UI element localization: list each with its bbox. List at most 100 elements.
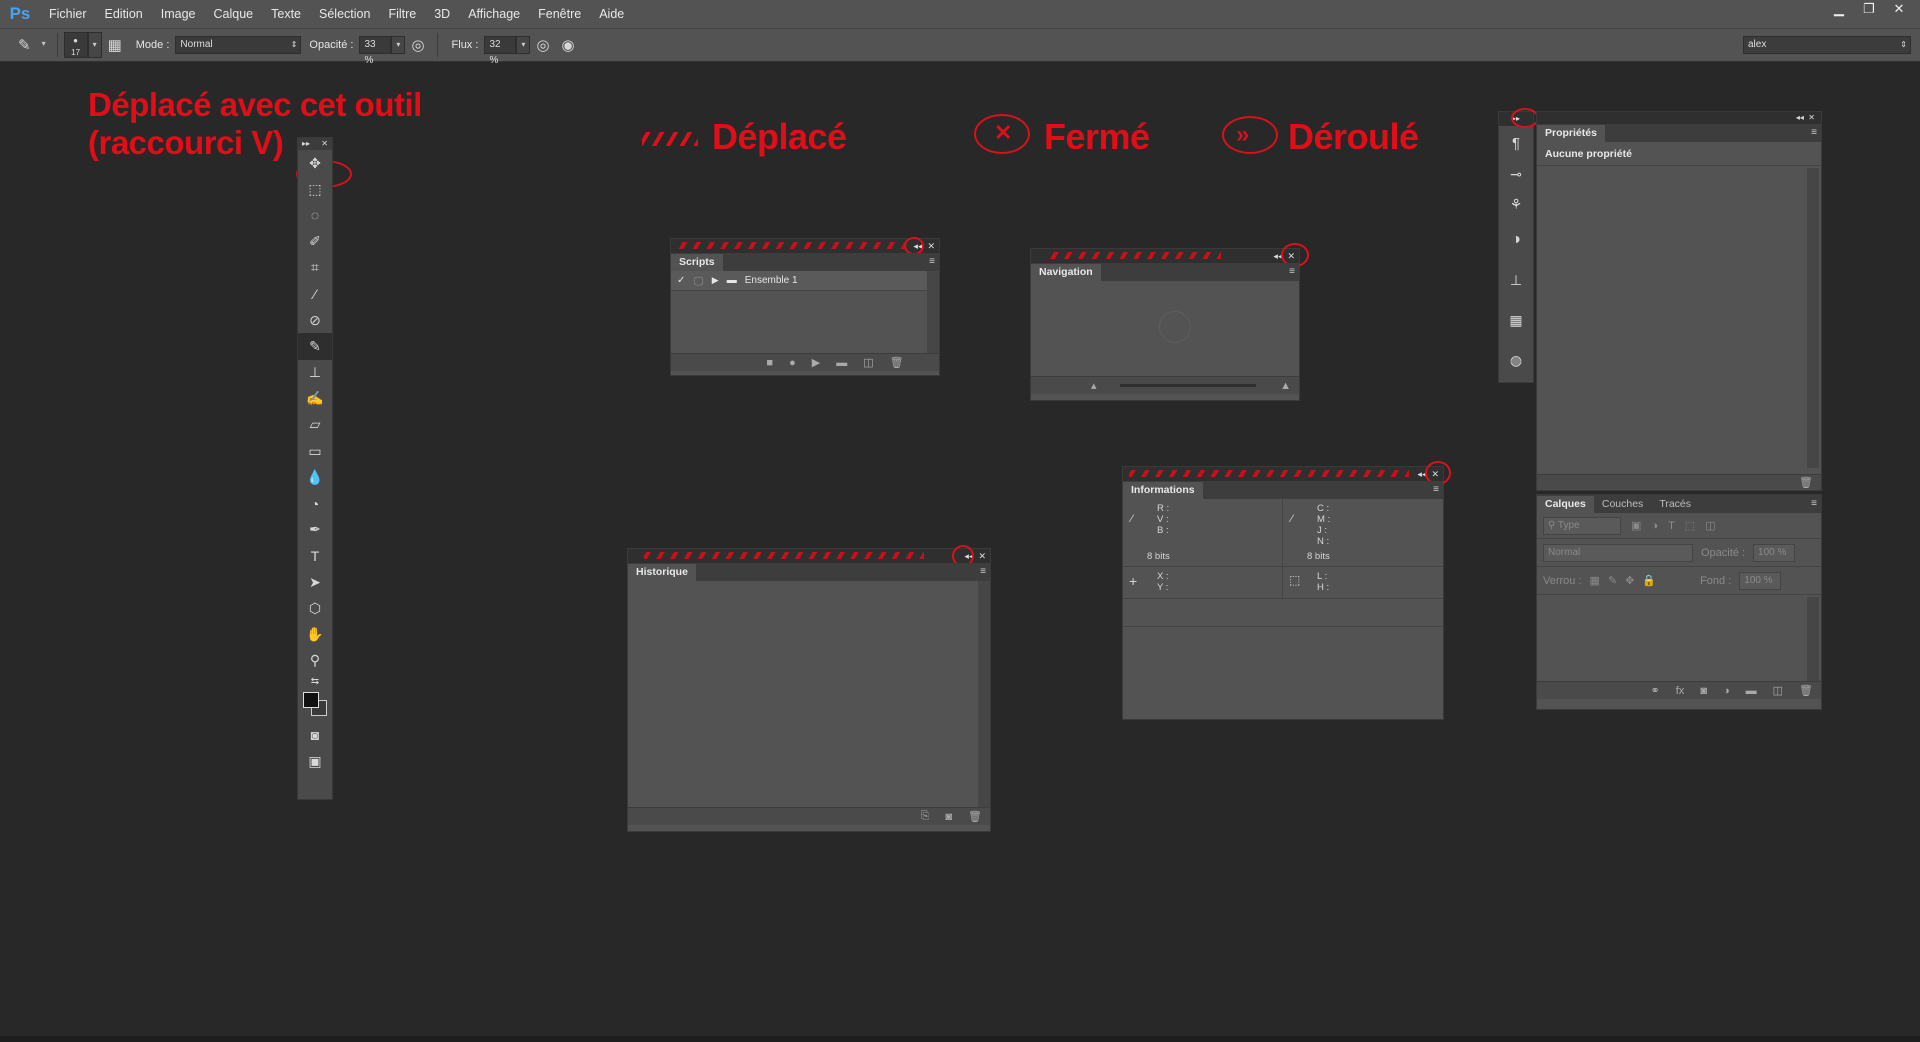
menu-aide[interactable]: Aide xyxy=(590,7,633,21)
toolbox-header[interactable]: ▸▸ ✕ xyxy=(298,138,332,150)
checkmark-icon[interactable]: ✓ xyxy=(677,275,685,286)
chevron-down-icon[interactable]: ▾ xyxy=(516,36,531,54)
tool-presets-icon[interactable]: ⚘ xyxy=(1499,188,1533,220)
scrollbar[interactable] xyxy=(1807,168,1819,468)
zoom-in-icon[interactable]: ▲ xyxy=(1280,380,1291,392)
close-icon[interactable]: ✕ xyxy=(321,138,328,150)
brush-size-picker[interactable]: ● 17 xyxy=(63,32,88,58)
menu-edition[interactable]: Edition xyxy=(96,7,152,21)
history-brush-tool-icon[interactable]: ✍ xyxy=(298,386,332,412)
hand-tool-icon[interactable]: ✋ xyxy=(298,621,332,647)
zoom-tool-icon[interactable]: ⚲ xyxy=(298,648,332,674)
tab-channels[interactable]: Couches xyxy=(1594,496,1651,513)
lock-all-icon[interactable]: 🔒 xyxy=(1642,574,1656,587)
layer-opacity-input[interactable]: 100 % xyxy=(1753,543,1796,562)
panel-title-bar[interactable]: ◂◂ ✕ xyxy=(628,549,990,563)
tab-properties[interactable]: Propriétés xyxy=(1537,125,1605,142)
add-mask-icon[interactable]: ◙ xyxy=(1700,685,1707,697)
screen-mode-icon[interactable]: ▣ xyxy=(298,748,332,774)
record-icon[interactable]: ● xyxy=(789,357,796,369)
airbrush-icon[interactable]: ◎ xyxy=(536,36,549,54)
move-tool-icon[interactable]: ✥ xyxy=(298,150,332,176)
close-window-icon[interactable]: ✕ xyxy=(1884,0,1914,18)
chevron-down-icon[interactable]: ▾ xyxy=(37,36,51,54)
brush-presets-icon[interactable]: ⊸ xyxy=(1499,160,1533,188)
stop-icon[interactable]: ■ xyxy=(766,357,773,369)
blur-tool-icon[interactable]: 💧 xyxy=(298,464,332,490)
panel-menu-icon[interactable]: ≡ xyxy=(1289,266,1295,277)
zoom-out-icon[interactable]: ▴ xyxy=(1091,379,1097,392)
pressure-opacity-icon[interactable]: ◎ xyxy=(411,36,424,54)
trash-icon[interactable]: 🗑 xyxy=(1799,684,1813,697)
blend-mode-select[interactable]: Normal xyxy=(1543,543,1693,562)
filter-smart-icon[interactable]: ◫ xyxy=(1705,519,1715,532)
brush-tool-preset-icon[interactable]: ✎ xyxy=(18,36,31,54)
menu-3d[interactable]: 3D xyxy=(425,7,459,21)
paragraph-icon[interactable]: ¶ xyxy=(1499,126,1533,160)
new-action-icon[interactable]: ◫ xyxy=(863,356,873,369)
panel-menu-icon[interactable]: ≡ xyxy=(929,256,935,267)
menu-filtre[interactable]: Filtre xyxy=(379,7,425,21)
new-layer-icon[interactable]: ◫ xyxy=(1773,684,1783,697)
pressure-size-icon[interactable]: ◉ xyxy=(562,36,575,54)
eyedropper-tool-icon[interactable]: ⁄ xyxy=(298,281,332,307)
filter-type-icon[interactable]: T xyxy=(1668,520,1675,532)
filter-pixel-icon[interactable]: ▣ xyxy=(1631,519,1641,532)
new-set-icon[interactable]: ▬ xyxy=(836,357,847,369)
chevron-down-icon[interactable]: ▾ xyxy=(391,36,406,54)
panel-menu-icon[interactable]: ≡ xyxy=(1811,127,1817,138)
play-icon[interactable]: ▶ xyxy=(812,356,820,369)
tab-scripts[interactable]: Scripts xyxy=(671,254,723,271)
lock-position-icon[interactable]: ✥ xyxy=(1625,574,1634,587)
brush-tool-icon[interactable]: ✎ xyxy=(298,333,332,360)
workspace-select[interactable]: alex ⇕ xyxy=(1743,36,1911,54)
dodge-tool-icon[interactable]: ◔ xyxy=(298,490,332,516)
menu-fenetre[interactable]: Fenêtre xyxy=(529,7,590,21)
camera-icon[interactable]: ◙ xyxy=(945,811,952,823)
lock-pixels-icon[interactable]: ✎ xyxy=(1608,574,1617,587)
restore-icon[interactable]: ❐ xyxy=(1854,0,1884,18)
table-grid-icon[interactable]: ▦ xyxy=(1499,300,1533,340)
swap-colors-icon[interactable]: ⇆ xyxy=(298,674,332,690)
menu-selection[interactable]: Sélection xyxy=(310,7,379,21)
pen-tool-icon[interactable]: ✒ xyxy=(298,517,332,543)
palette-icon[interactable]: ◍ xyxy=(1499,340,1533,380)
adjustment-layer-icon[interactable]: ◑ xyxy=(1723,685,1730,697)
scrollbar[interactable] xyxy=(1807,597,1819,683)
filter-shape-icon[interactable]: ⬚ xyxy=(1685,519,1695,532)
list-item[interactable]: ✓ ▢ ▶ ▬ Ensemble 1 xyxy=(671,271,927,291)
fx-icon[interactable]: fx xyxy=(1676,685,1685,697)
panel-menu-icon[interactable]: ≡ xyxy=(980,566,986,577)
opacity-input[interactable]: 33 % xyxy=(359,36,392,66)
quick-select-tool-icon[interactable]: ✐ xyxy=(298,229,332,255)
layer-comps-icon[interactable]: ⊥ xyxy=(1499,260,1533,300)
zoom-slider[interactable] xyxy=(1120,384,1257,387)
tab-paths[interactable]: Tracés xyxy=(1651,496,1699,513)
path-select-tool-icon[interactable]: ➤ xyxy=(298,569,332,595)
lasso-tool-icon[interactable]: ◌ xyxy=(298,202,332,228)
healing-brush-tool-icon[interactable]: ⊘ xyxy=(298,307,332,333)
flow-input[interactable]: 32 % xyxy=(484,36,517,66)
expand-triangle-icon[interactable]: ▶ xyxy=(712,275,719,286)
dock-header[interactable]: ◂◂ ✕ xyxy=(1537,112,1821,124)
gradient-tool-icon[interactable]: ▭ xyxy=(298,438,332,464)
menu-image[interactable]: Image xyxy=(152,7,205,21)
mode-select[interactable]: Normal ⇕ xyxy=(175,36,302,54)
foreground-color-swatch[interactable] xyxy=(303,691,319,708)
scrollbar[interactable] xyxy=(978,581,990,807)
tab-navigation[interactable]: Navigation xyxy=(1031,264,1101,281)
adjustments-icon[interactable]: ◑ xyxy=(1499,220,1533,260)
shape-tool-icon[interactable]: ⬡ xyxy=(298,595,332,621)
filter-adjust-icon[interactable]: ◑ xyxy=(1651,520,1658,532)
type-tool-icon[interactable]: T xyxy=(298,543,332,569)
tab-layers[interactable]: Calques xyxy=(1537,496,1594,513)
clone-stamp-tool-icon[interactable]: ⊥ xyxy=(298,360,332,386)
fill-input[interactable]: 100 % xyxy=(1739,571,1782,590)
tab-info[interactable]: Informations xyxy=(1123,482,1203,499)
panel-menu-icon[interactable]: ≡ xyxy=(1811,498,1817,509)
menu-affichage[interactable]: Affichage xyxy=(459,7,529,21)
new-document-from-state-icon[interactable]: ⎘ xyxy=(921,810,930,823)
minimize-icon[interactable]: ▁ xyxy=(1824,0,1854,18)
quick-mask-icon[interactable]: ◙ xyxy=(298,722,332,748)
scrollbar[interactable] xyxy=(927,271,939,357)
